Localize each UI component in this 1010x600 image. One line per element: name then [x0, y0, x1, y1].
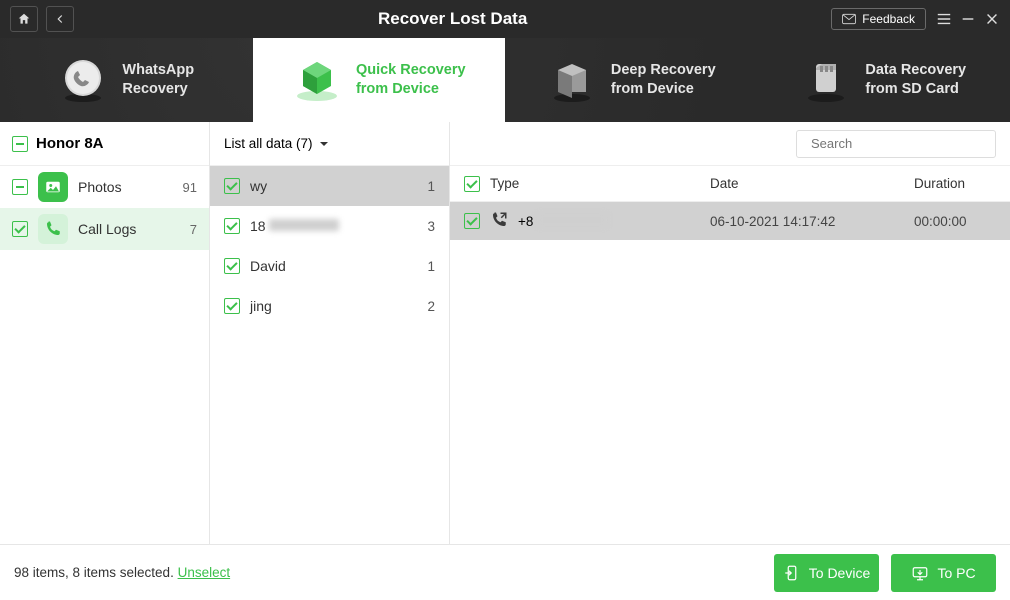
outgoing-call-icon	[490, 211, 508, 232]
contact-row[interactable]: 18 3	[210, 206, 449, 246]
feedback-button[interactable]: Feedback	[831, 8, 926, 30]
status-text: 98 items, 8 items selected. Unselect	[14, 565, 230, 580]
tab-label: Deep Recovery	[611, 61, 716, 80]
tab-deep-recovery[interactable]: Deep Recoveryfrom Device	[505, 38, 758, 122]
home-icon	[17, 12, 31, 26]
contact-name: 18	[250, 218, 417, 234]
row-duration: 00:00:00	[890, 214, 1010, 229]
contact-count: 3	[427, 219, 435, 234]
sidebar-item-photos[interactable]: Photos 91	[0, 166, 209, 208]
contact-row[interactable]: jing 2	[210, 286, 449, 326]
contact-row[interactable]: David 1	[210, 246, 449, 286]
contact-checkbox[interactable]	[224, 218, 240, 234]
sidebar-count: 7	[190, 222, 197, 237]
table-row[interactable]: +8 06-10-2021 14:17:42 00:00:00	[450, 202, 1010, 240]
search-input[interactable]	[811, 136, 987, 151]
whatsapp-icon	[58, 55, 108, 105]
tab-label: from Device	[611, 80, 716, 99]
to-pc-label: To PC	[937, 565, 975, 581]
contact-count: 1	[427, 259, 435, 274]
col-date: Date	[710, 176, 890, 191]
col-type: Type	[490, 176, 519, 191]
contact-panel: List all data (7) wy 1 18 3 David 1 jing…	[210, 122, 450, 544]
tab-label: Data Recovery	[865, 61, 966, 80]
sidebar-label: Call Logs	[78, 221, 180, 237]
tab-label: Recovery	[122, 80, 194, 99]
chevron-down-icon	[319, 139, 329, 149]
page-title: Recover Lost Data	[74, 9, 831, 29]
to-device-label: To Device	[809, 565, 870, 581]
contact-checkbox[interactable]	[224, 178, 240, 194]
cube-icon	[292, 55, 342, 105]
photos-checkbox[interactable]	[12, 179, 28, 195]
calllogs-checkbox[interactable]	[12, 221, 28, 237]
tab-label: WhatsApp	[122, 61, 194, 80]
filter-label: List all data (7)	[224, 136, 313, 151]
back-button[interactable]	[46, 6, 74, 32]
sidebar-item-calllogs[interactable]: Call Logs 7	[0, 208, 209, 250]
device-row[interactable]: Honor 8A	[0, 122, 209, 166]
col-duration: Duration	[890, 176, 1010, 191]
to-pc-icon	[911, 564, 929, 582]
footer: 98 items, 8 items selected. Unselect To …	[0, 544, 1010, 600]
detail-panel: Type Date Duration +8 06-10-2021 14:17:4…	[450, 122, 1010, 544]
close-icon[interactable]	[984, 11, 1000, 27]
tab-whatsapp[interactable]: WhatsAppRecovery	[0, 38, 253, 122]
tab-label: from SD Card	[865, 80, 966, 99]
sd-card-icon	[801, 55, 851, 105]
contact-name: wy	[250, 178, 417, 194]
box-icon	[547, 55, 597, 105]
to-pc-button[interactable]: To PC	[891, 554, 996, 592]
titlebar: Recover Lost Data Feedback	[0, 0, 1010, 38]
minimize-icon[interactable]	[960, 11, 976, 27]
contact-checkbox[interactable]	[224, 298, 240, 314]
feedback-label: Feedback	[862, 12, 915, 26]
menu-icon[interactable]	[936, 11, 952, 27]
tab-label: Quick Recovery	[356, 61, 466, 80]
table-header: Type Date Duration	[450, 166, 1010, 202]
to-device-button[interactable]: To Device	[774, 554, 879, 592]
tab-bar: WhatsAppRecovery Quick Recoveryfrom Devi…	[0, 38, 1010, 122]
tab-sd-recovery[interactable]: Data Recoveryfrom SD Card	[758, 38, 1010, 122]
search-box[interactable]	[796, 130, 996, 158]
contact-name: David	[250, 258, 417, 274]
contact-name: jing	[250, 298, 417, 314]
mail-icon	[842, 13, 856, 25]
contact-count: 2	[427, 299, 435, 314]
calllogs-icon	[38, 214, 68, 244]
sidebar-label: Photos	[78, 179, 173, 195]
tab-quick-recovery[interactable]: Quick Recoveryfrom Device	[253, 38, 506, 122]
unselect-link[interactable]: Unselect	[178, 565, 231, 580]
selectall-checkbox[interactable]	[464, 176, 480, 192]
photos-icon	[38, 172, 68, 202]
device-checkbox[interactable]	[12, 136, 28, 152]
sidebar-count: 91	[183, 180, 197, 195]
row-checkbox[interactable]	[464, 213, 480, 229]
row-date: 06-10-2021 14:17:42	[710, 214, 890, 229]
filter-dropdown[interactable]: List all data (7)	[210, 122, 449, 166]
contact-row[interactable]: wy 1	[210, 166, 449, 206]
sidebar: Honor 8A Photos 91 Call Logs 7	[0, 122, 210, 544]
to-device-icon	[783, 564, 801, 582]
home-button[interactable]	[10, 6, 38, 32]
device-name: Honor 8A	[36, 135, 104, 152]
contact-count: 1	[427, 179, 435, 194]
contact-checkbox[interactable]	[224, 258, 240, 274]
row-number: +8	[518, 214, 607, 229]
chevron-left-icon	[53, 12, 67, 26]
tab-label: from Device	[356, 80, 466, 99]
